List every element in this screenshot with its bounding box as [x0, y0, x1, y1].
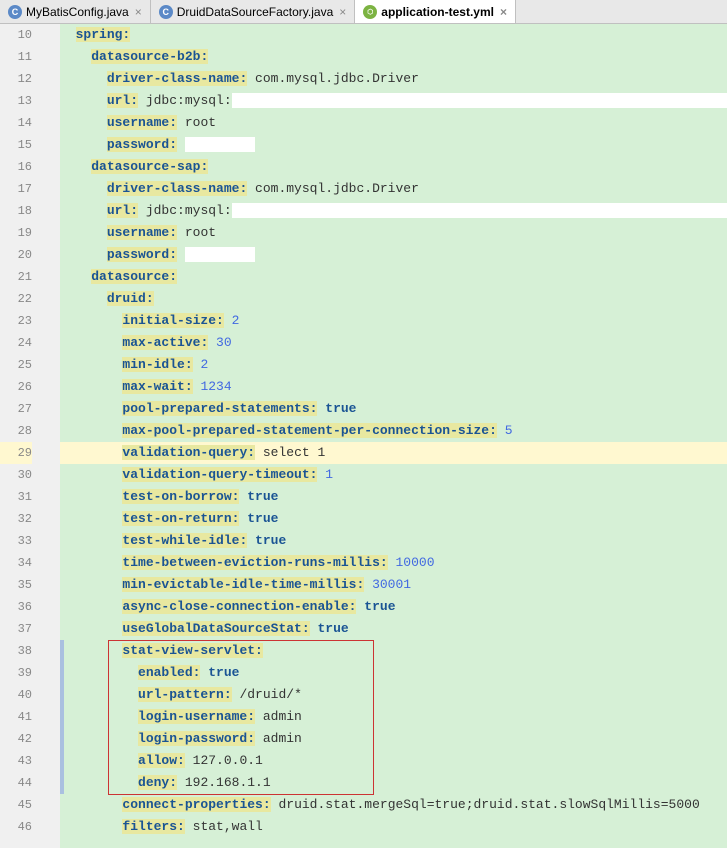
line-number: 20: [0, 244, 32, 266]
tab-application-test-yml[interactable]: ⬡ application-test.yml ×: [355, 0, 516, 23]
close-icon[interactable]: ×: [339, 5, 346, 19]
code-line[interactable]: password:: [60, 244, 727, 266]
code-line[interactable]: deny: 192.168.1.1: [60, 772, 727, 794]
code-line[interactable]: url: jdbc:mysql:: [60, 90, 727, 112]
line-number: 36: [0, 596, 32, 618]
code-line[interactable]: test-while-idle: true: [60, 530, 727, 552]
line-number: 38: [0, 640, 32, 662]
line-number: 35: [0, 574, 32, 596]
line-number: 42: [0, 728, 32, 750]
line-number: 31: [0, 486, 32, 508]
tab-mybatisconfig[interactable]: C MyBatisConfig.java ×: [0, 0, 151, 23]
line-number: 13: [0, 90, 32, 112]
code-line[interactable]: max-wait: 1234: [60, 376, 727, 398]
code-line[interactable]: datasource-b2b:: [60, 46, 727, 68]
tab-label: DruidDataSourceFactory.java: [177, 5, 334, 19]
line-number: 27: [0, 398, 32, 420]
code-line[interactable]: max-pool-prepared-statement-per-connecti…: [60, 420, 727, 442]
code-line[interactable]: validation-query: select 1: [60, 442, 727, 464]
line-number: 46: [0, 816, 32, 838]
line-number: 37: [0, 618, 32, 640]
yml-file-icon: ⬡: [363, 5, 377, 19]
line-number: 39: [0, 662, 32, 684]
code-line[interactable]: initial-size: 2: [60, 310, 727, 332]
code-line[interactable]: username: root: [60, 112, 727, 134]
line-number: 15: [0, 134, 32, 156]
line-number: 33: [0, 530, 32, 552]
line-number: 40: [0, 684, 32, 706]
code-line[interactable]: datasource:: [60, 266, 727, 288]
code-line[interactable]: max-active: 30: [60, 332, 727, 354]
code-line[interactable]: datasource-sap:: [60, 156, 727, 178]
code-line[interactable]: login-username: admin: [60, 706, 727, 728]
code-line[interactable]: driver-class-name: com.mysql.jdbc.Driver: [60, 178, 727, 200]
close-icon[interactable]: ×: [135, 5, 142, 19]
code-line[interactable]: filters: stat,wall: [60, 816, 727, 838]
line-number: 32: [0, 508, 32, 530]
fold-gutter: [40, 24, 60, 848]
line-number: 16: [0, 156, 32, 178]
code-line[interactable]: url-pattern: /druid/*: [60, 684, 727, 706]
line-number: 26: [0, 376, 32, 398]
code-line[interactable]: test-on-borrow: true: [60, 486, 727, 508]
line-number-gutter: 1011121314151617181920212223242526272829…: [0, 24, 40, 848]
line-number: 28: [0, 420, 32, 442]
close-icon[interactable]: ×: [500, 5, 507, 19]
code-line[interactable]: allow: 127.0.0.1: [60, 750, 727, 772]
line-number: 21: [0, 266, 32, 288]
code-line[interactable]: username: root: [60, 222, 727, 244]
code-line[interactable]: url: jdbc:mysql:: [60, 200, 727, 222]
code-line[interactable]: druid:: [60, 288, 727, 310]
code-line[interactable]: stat-view-servlet:: [60, 640, 727, 662]
line-number: 19: [0, 222, 32, 244]
line-number: 11: [0, 46, 32, 68]
line-number: 44: [0, 772, 32, 794]
line-number: 45: [0, 794, 32, 816]
code-line[interactable]: driver-class-name: com.mysql.jdbc.Driver: [60, 68, 727, 90]
line-number: 43: [0, 750, 32, 772]
code-line[interactable]: spring:: [60, 24, 727, 46]
editor-tabs: C MyBatisConfig.java × C DruidDataSource…: [0, 0, 727, 24]
code-line[interactable]: pool-prepared-statements: true: [60, 398, 727, 420]
java-class-icon: C: [159, 5, 173, 19]
code-line[interactable]: login-password: admin: [60, 728, 727, 750]
line-number: 23: [0, 310, 32, 332]
line-number: 18: [0, 200, 32, 222]
line-number: 10: [0, 24, 32, 46]
line-number: 12: [0, 68, 32, 90]
line-number: 30: [0, 464, 32, 486]
code-line[interactable]: time-between-eviction-runs-millis: 10000: [60, 552, 727, 574]
line-number: 41: [0, 706, 32, 728]
code-line[interactable]: test-on-return: true: [60, 508, 727, 530]
line-number: 29: [0, 442, 32, 464]
code-area[interactable]: spring: datasource-b2b: driver-class-nam…: [60, 24, 727, 848]
java-class-icon: C: [8, 5, 22, 19]
code-line[interactable]: async-close-connection-enable: true: [60, 596, 727, 618]
code-line[interactable]: min-idle: 2: [60, 354, 727, 376]
line-number: 22: [0, 288, 32, 310]
line-number: 24: [0, 332, 32, 354]
code-line[interactable]: enabled: true: [60, 662, 727, 684]
code-line[interactable]: min-evictable-idle-time-millis: 30001: [60, 574, 727, 596]
tab-druiddatasourcefactory[interactable]: C DruidDataSourceFactory.java ×: [151, 0, 356, 23]
tab-label: MyBatisConfig.java: [26, 5, 129, 19]
code-line[interactable]: validation-query-timeout: 1: [60, 464, 727, 486]
code-line[interactable]: connect-properties: druid.stat.mergeSql=…: [60, 794, 727, 816]
line-number: 14: [0, 112, 32, 134]
code-line[interactable]: useGlobalDataSourceStat: true: [60, 618, 727, 640]
line-number: 25: [0, 354, 32, 376]
line-number: 34: [0, 552, 32, 574]
tab-label: application-test.yml: [381, 5, 494, 19]
line-number: 17: [0, 178, 32, 200]
code-editor[interactable]: 1011121314151617181920212223242526272829…: [0, 24, 727, 848]
code-line[interactable]: password:: [60, 134, 727, 156]
